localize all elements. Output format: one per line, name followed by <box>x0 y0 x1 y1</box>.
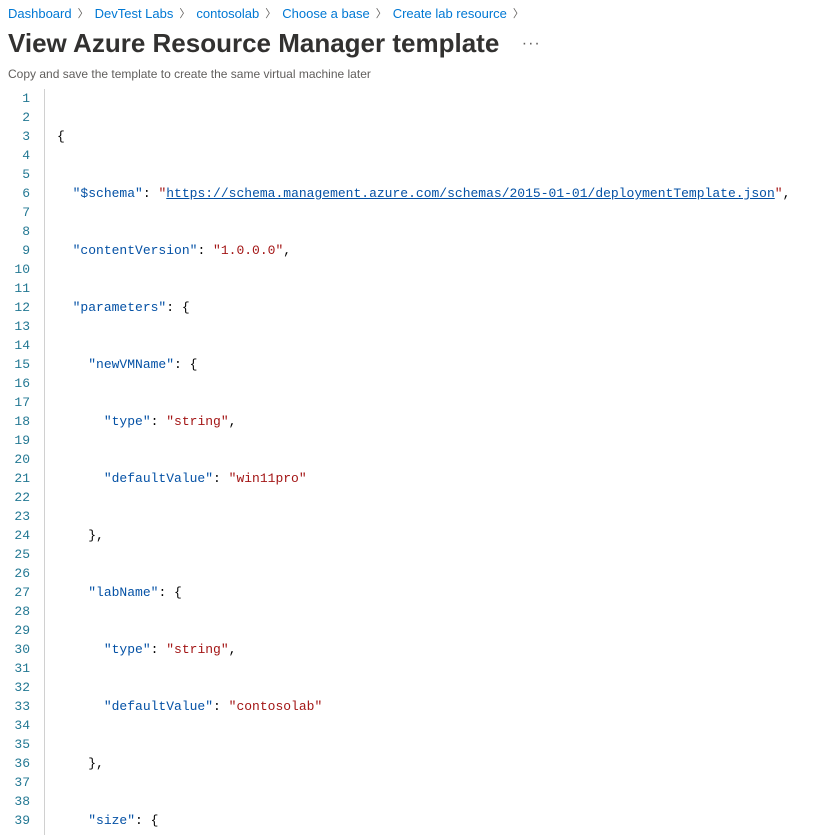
line-number-gutter: 1234567891011121314151617181920212223242… <box>0 89 44 835</box>
code-content[interactable]: { "$schema": "https://schema.management.… <box>45 89 826 835</box>
breadcrumb: Dashboard〉DevTest Labs〉contosolab〉Choose… <box>0 0 826 26</box>
breadcrumb-create-lab-resource[interactable]: Create lab resource <box>393 6 507 21</box>
more-actions-icon[interactable]: ··· <box>522 35 541 53</box>
page-subtitle: Copy and save the template to create the… <box>0 67 826 89</box>
breadcrumb-choose-base[interactable]: Choose a base <box>282 6 369 21</box>
breadcrumb-contosolab[interactable]: contosolab <box>196 6 259 21</box>
breadcrumb-dashboard[interactable]: Dashboard <box>8 6 72 21</box>
page-title: View Azure Resource Manager template <box>8 28 499 59</box>
breadcrumb-devtest-labs[interactable]: DevTest Labs <box>95 6 174 21</box>
code-editor[interactable]: 1234567891011121314151617181920212223242… <box>0 89 826 835</box>
